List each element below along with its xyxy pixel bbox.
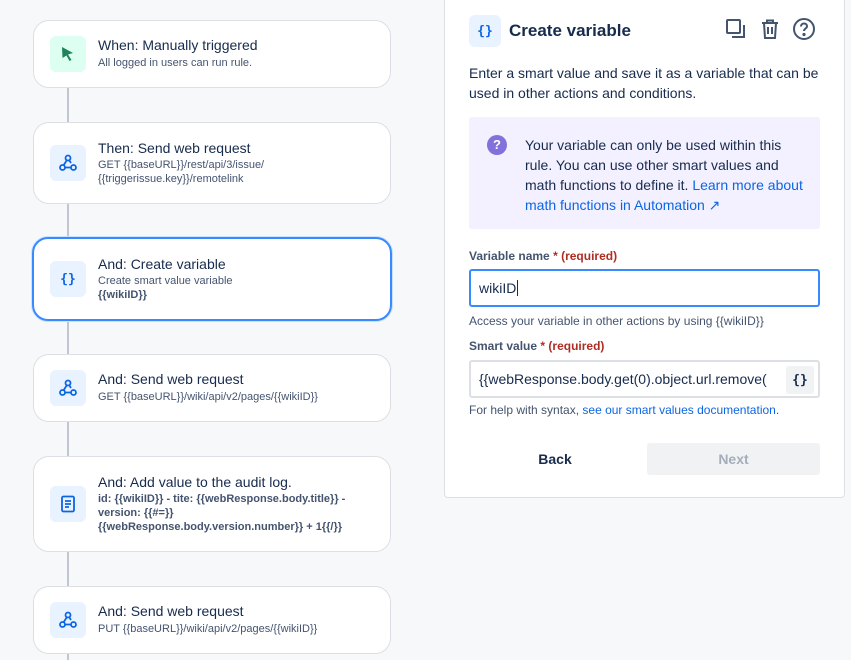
card-subtitle: {{wikiID}} bbox=[98, 288, 147, 301]
label-text: Smart value bbox=[469, 339, 538, 353]
question-icon: ? bbox=[487, 135, 507, 155]
required-text: (required) bbox=[561, 249, 618, 263]
flow-card-audit-log[interactable]: And: Add value to the audit log. id: {{w… bbox=[33, 456, 391, 552]
create-variable-panel: {} Create variable Enter a smart value a… bbox=[444, 0, 845, 498]
flow-connector bbox=[67, 422, 69, 456]
card-subtitle: {{triggerissue.key}}/remotelink bbox=[98, 172, 244, 185]
webhook-icon bbox=[50, 145, 86, 181]
smart-values-docs-link[interactable]: see our smart values documentation bbox=[582, 403, 775, 417]
webhook-icon bbox=[50, 602, 86, 638]
app-root: When: Manually triggered All logged in u… bbox=[0, 0, 851, 660]
help-icon[interactable] bbox=[792, 17, 816, 41]
panel-description: Enter a smart value and save it as a var… bbox=[469, 65, 819, 101]
cursor-icon bbox=[50, 36, 86, 72]
required-text: (required) bbox=[548, 339, 605, 353]
label-text: Variable name bbox=[469, 249, 550, 263]
panel-header: {} Create variable bbox=[469, 15, 631, 47]
flow-card-web-request[interactable]: Then: Send web request GET {{baseURL}}/r… bbox=[33, 122, 391, 204]
webhook-icon bbox=[50, 370, 86, 406]
card-subtitle: {{webResponse.body.version.number}} + 1{… bbox=[98, 520, 343, 533]
flow-connector bbox=[67, 320, 69, 354]
rule-flow: When: Manually triggered All logged in u… bbox=[0, 0, 420, 660]
card-subtitle: GET {{baseURL}}/wiki/api/v2/pages/{{wiki… bbox=[98, 390, 318, 403]
help-text: For help with syntax, bbox=[469, 403, 583, 417]
card-title: When: Manually triggered bbox=[98, 37, 258, 54]
flow-connector bbox=[67, 204, 69, 238]
card-title: And: Send web request bbox=[98, 371, 244, 388]
card-title: Then: Send web request bbox=[98, 139, 251, 156]
card-subtitle: Create smart value variable bbox=[98, 275, 233, 287]
trash-icon[interactable] bbox=[758, 17, 782, 41]
variable-help: Access your variable in other actions by… bbox=[469, 314, 764, 328]
card-subtitle: All logged in users can run rule. bbox=[98, 56, 253, 69]
help-end: . bbox=[775, 403, 780, 417]
required-mark: * bbox=[553, 249, 558, 263]
smart-value-help: For help with syntax, see our smart valu… bbox=[469, 403, 779, 417]
card-subtitle: PUT {{baseURL}}/wiki/api/v2/pages/{{wiki… bbox=[98, 622, 318, 635]
input-value: {{webResponse.body.get(0).object.url.rem… bbox=[479, 371, 767, 387]
card-title: And: Create variable bbox=[98, 255, 226, 272]
next-button[interactable]: Next bbox=[647, 443, 820, 475]
card-title: And: Add value to the audit log. bbox=[98, 473, 292, 490]
flow-card-web-request[interactable]: And: Send web request PUT {{baseURL}}/wi… bbox=[33, 586, 391, 654]
required-mark: * bbox=[540, 339, 546, 353]
card-subtitle: GET {{baseURL}}/rest/api/3/issue/ bbox=[98, 159, 265, 171]
document-icon bbox=[50, 486, 86, 522]
card-title: And: Send web request bbox=[98, 603, 244, 620]
info-note: ? Your variable can only be used within … bbox=[469, 117, 820, 229]
back-button[interactable]: Back bbox=[469, 443, 641, 475]
panel-actions bbox=[724, 17, 816, 41]
braces-icon: {} bbox=[469, 15, 501, 47]
flow-connector bbox=[67, 654, 69, 660]
flow-card-create-variable[interactable]: {} And: Create variable Create smart val… bbox=[32, 237, 392, 321]
variable-name-input[interactable]: wikiID bbox=[469, 269, 820, 307]
flow-card-web-request[interactable]: And: Send web request GET {{baseURL}}/wi… bbox=[33, 354, 391, 422]
smart-value-label: Smart value * (required) bbox=[469, 339, 604, 353]
smart-value-input[interactable]: {{webResponse.body.get(0).object.url.rem… bbox=[469, 360, 820, 398]
text-caret bbox=[517, 280, 519, 296]
flow-connector bbox=[67, 552, 69, 586]
duplicate-icon[interactable] bbox=[724, 17, 748, 41]
braces-icon: {} bbox=[50, 261, 86, 297]
input-value: wikiID bbox=[479, 280, 517, 296]
card-subtitle: id: {{wikiID}} - tite: {{webResponse.bod… bbox=[98, 493, 346, 506]
variable-name-label: Variable name * (required) bbox=[469, 249, 617, 263]
panel-title: Create variable bbox=[509, 21, 631, 40]
card-subtitle: version: {{#=}} bbox=[98, 506, 174, 519]
flow-connector bbox=[67, 88, 69, 122]
insert-smart-value-button[interactable]: {} bbox=[786, 366, 814, 394]
flow-card-trigger[interactable]: When: Manually triggered All logged in u… bbox=[33, 20, 391, 88]
